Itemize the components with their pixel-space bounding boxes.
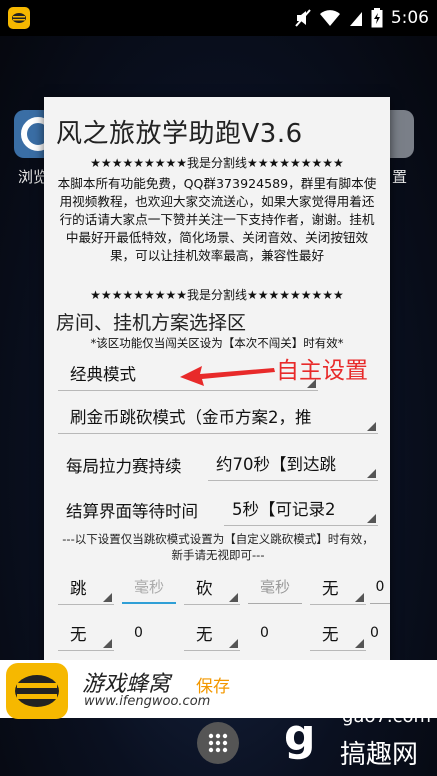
section-note: *该区功能仅当闯关区设为【本次不闯关】时有效* (90, 336, 344, 350)
action-6-ms-value[interactable]: 0 (370, 625, 379, 641)
annotation-text: 自主设置 (276, 358, 368, 384)
watermark-name: 搞趣网 (340, 740, 419, 770)
floating-menu-button[interactable] (197, 722, 239, 764)
settle-wait-select[interactable]: 5秒【可记录2 (224, 490, 378, 526)
action-3-ms-input[interactable]: 0 (370, 570, 390, 604)
wifi-icon (319, 9, 341, 27)
chop-ms-input[interactable]: 毫秒 (248, 570, 302, 604)
script-description: 本脚本所有功能免费，QQ群373924589，群里有脚本使用视频教程，也欢迎大家… (57, 176, 377, 263)
settle-wait-label: 结算界面等待时间 (66, 502, 198, 521)
dialog-title: 风之旅放学助跑V3.6 (56, 119, 303, 149)
fengwoo-logo (6, 663, 68, 719)
action-6-select[interactable]: 无 (310, 615, 366, 651)
jump-action-select[interactable]: 跳 (58, 569, 114, 605)
action-4-ms-value[interactable]: 0 (134, 625, 143, 641)
fengwoo-notification-icon (8, 7, 30, 29)
custom-mode-note: ---以下设置仅当跳砍模式设置为【自定义跳砍模式】时有效，新手请无视即可--- (62, 532, 374, 562)
watermark-logo: g (284, 710, 316, 761)
race-duration-select[interactable]: 约70秒【到达跳 (208, 445, 378, 481)
mute-icon (295, 9, 311, 27)
clock: 5:06 (390, 8, 429, 28)
save-button[interactable]: 保存 (196, 672, 230, 697)
section-title: 房间、挂机方案选择区 (56, 312, 247, 334)
action-4-select[interactable]: 无 (58, 615, 114, 651)
jump-ms-input[interactable]: 毫秒 (122, 570, 176, 604)
grid-dots-icon (208, 733, 228, 753)
signal-icon (349, 9, 363, 27)
action-3-select[interactable]: 无 (310, 569, 366, 605)
brand-url: www.ifengwoo.com (84, 694, 211, 709)
annotation-arrow-icon (180, 366, 275, 386)
watermark-site: gao7.com (342, 706, 432, 727)
battery-icon (371, 8, 383, 28)
coin-mode-select[interactable]: 刷金币跳砍模式（金币方案2，推 (58, 398, 378, 434)
action-5-select[interactable]: 无 (184, 615, 240, 651)
chop-action-select[interactable]: 砍 (184, 569, 240, 605)
divider-bottom: ★★★★★★★★★我是分割线★★★★★★★★★ (90, 288, 344, 302)
race-duration-label: 每局拉力赛持续 (66, 457, 182, 476)
action-5-ms-value[interactable]: 0 (260, 625, 269, 641)
status-bar: 5:06 (0, 0, 437, 36)
settings-app-label: 置 (392, 168, 408, 186)
divider-top: ★★★★★★★★★我是分割线★★★★★★★★★ (90, 156, 344, 170)
